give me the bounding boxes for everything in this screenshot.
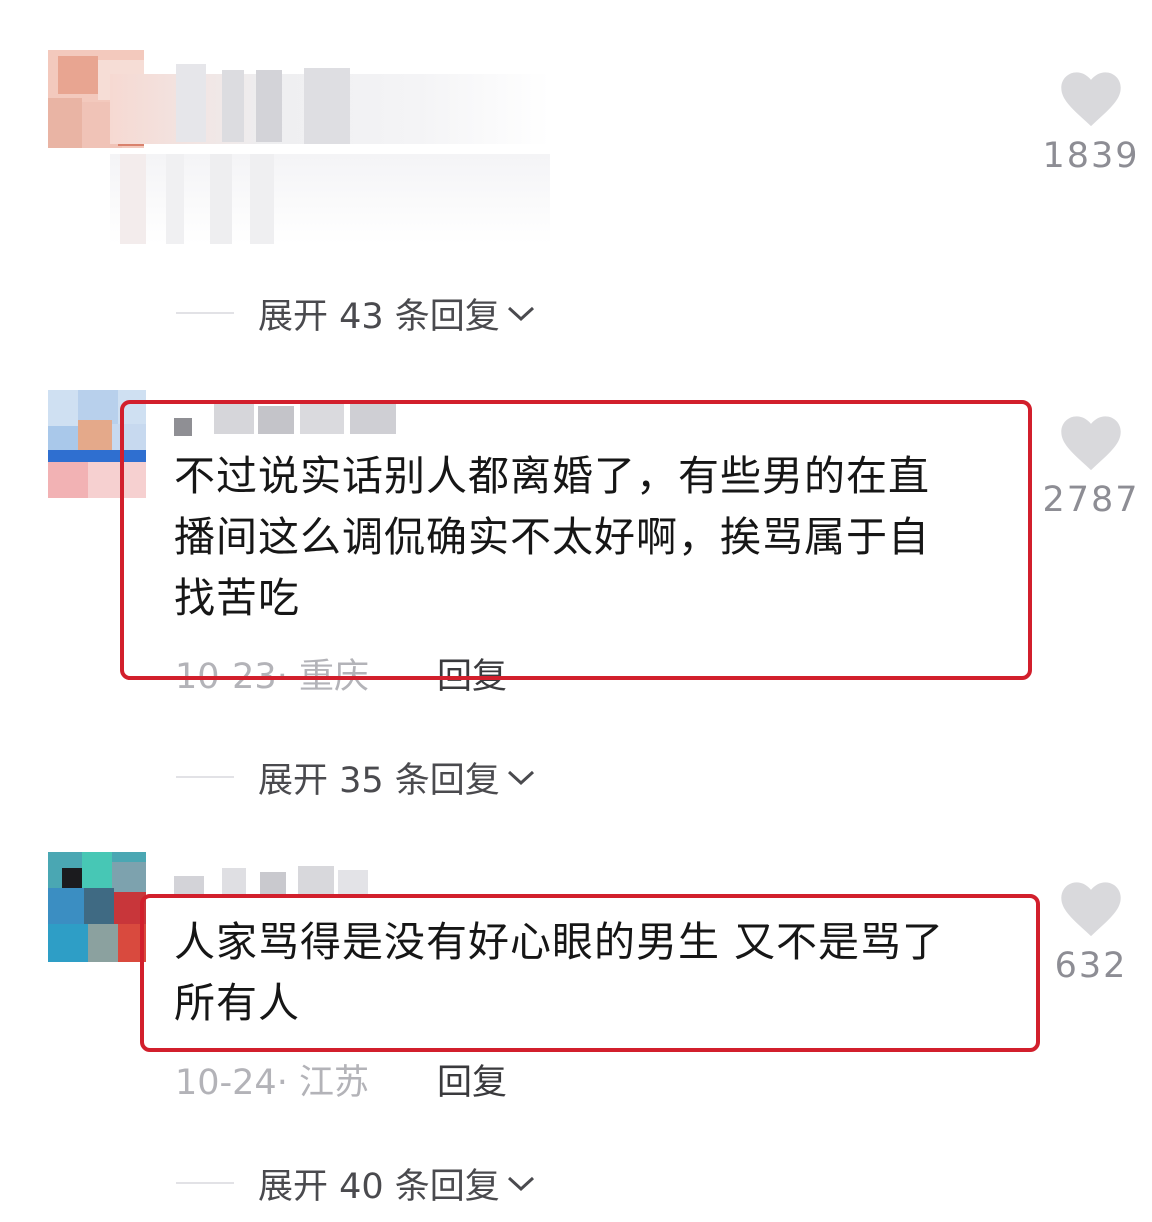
like-count: 632 xyxy=(1054,946,1128,986)
username[interactable] xyxy=(110,64,550,254)
reply-button[interactable]: 回复 xyxy=(437,1054,507,1105)
comment-text: 人家骂得是没有好心眼的男生 又不是骂了 所有人 xyxy=(174,912,944,1034)
date-location: 10-23· 重庆 xyxy=(175,657,369,697)
like-button[interactable]: 1839 xyxy=(1036,70,1146,176)
like-count: 2787 xyxy=(1042,480,1140,520)
like-count: 1839 xyxy=(1042,136,1140,176)
expand-replies-button[interactable]: 展开 35 条回复 xyxy=(176,752,536,802)
comment-text-line: 不过说实话别人都离婚了，有些男的在直 xyxy=(174,452,930,500)
comment-text-line: 人家骂得是没有好心眼的男生 又不是骂了 xyxy=(174,918,945,966)
comment-text: 不过说实话别人都离婚了，有些男的在直 播间这么调侃确实不太好啊，挨骂属于自 找苦… xyxy=(174,446,930,629)
chevron-down-icon xyxy=(507,770,534,786)
expand-replies-button[interactable]: 展开 43 条回复 xyxy=(176,288,536,338)
like-button[interactable]: 2787 xyxy=(1036,414,1146,520)
comment-text-line: 找苦吃 xyxy=(174,574,300,622)
comment-text-line: 播间这么调侃确实不太好啊，挨骂属于自 xyxy=(174,513,930,561)
avatar[interactable] xyxy=(48,390,146,498)
divider xyxy=(176,776,234,778)
heart-icon xyxy=(1061,72,1121,127)
comment-meta: 10-24· 江苏 回复 xyxy=(175,1054,507,1105)
expand-replies-button[interactable]: 展开 40 条回复 xyxy=(176,1158,536,1208)
expand-replies-label: 展开 43 条回复 xyxy=(258,296,500,337)
comment-meta: 10-23· 重庆 回复 xyxy=(175,648,507,699)
divider xyxy=(176,312,234,314)
username[interactable] xyxy=(174,866,374,898)
username[interactable] xyxy=(174,402,404,436)
avatar[interactable] xyxy=(48,852,146,962)
chevron-down-icon xyxy=(507,1176,534,1192)
divider xyxy=(176,1182,234,1184)
expand-replies-label: 展开 35 条回复 xyxy=(258,760,500,801)
comment-text-line: 所有人 xyxy=(174,979,300,1027)
heart-icon xyxy=(1061,416,1121,471)
like-button[interactable]: 632 xyxy=(1036,880,1146,986)
expand-replies-label: 展开 40 条回复 xyxy=(258,1166,500,1207)
date-location: 10-24· 江苏 xyxy=(175,1063,369,1103)
chevron-down-icon xyxy=(507,306,534,322)
heart-icon xyxy=(1061,882,1121,937)
reply-button[interactable]: 回复 xyxy=(437,648,507,699)
